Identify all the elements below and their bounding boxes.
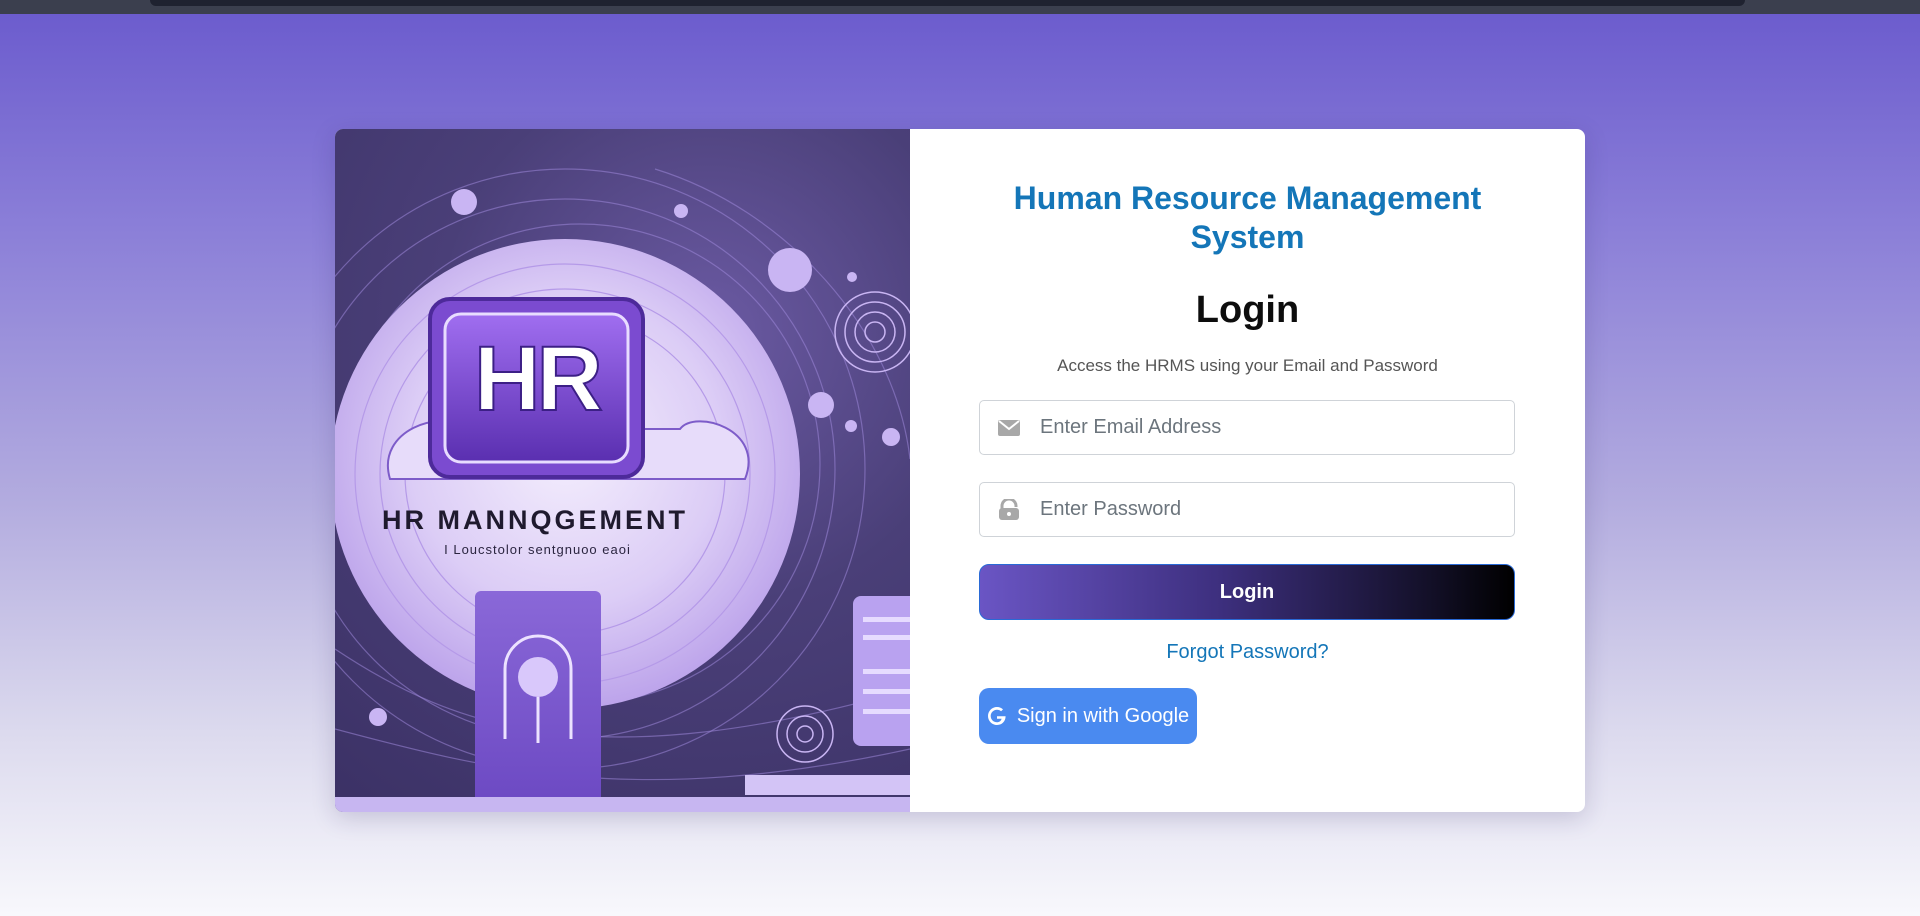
google-signin-button[interactable]: Sign in with Google [979,688,1197,744]
lock-icon [980,498,1038,521]
login-card: HR HR MANNQGEMENT I Loucstolor sentgnuoo… [335,129,1585,812]
login-subtitle: Access the HRMS using your Email and Pas… [1057,356,1438,375]
google-button-label: Sign in with Google [1016,704,1190,727]
browser-top-bar [0,0,1920,14]
browser-top-bar-inner [150,0,1745,6]
forgot-password-link[interactable]: Forgot Password? [910,641,1585,664]
login-heading: Login [1195,289,1300,331]
email-field[interactable] [979,400,1515,455]
password-field[interactable] [979,482,1515,537]
hero-illustration: HR HR MANNQGEMENT I Loucstolor sentgnuoo… [335,129,910,812]
hr-illustration-graphic [335,168,910,812]
login-panel: Human Resource Management System Login A… [910,129,1585,812]
login-button[interactable]: Login [979,564,1515,620]
envelope-icon [980,419,1038,436]
app-title: Human Resource Management System [1013,180,1482,255]
password-input[interactable] [1038,497,1482,522]
hr-tagline-text: I Loucstolor sentgnuoo eaoi [444,542,631,557]
hr-banner-text: HR MANNQGEMENT [382,505,688,535]
hr-logo-text: HR [473,327,604,431]
google-icon [987,706,1007,726]
email-input[interactable] [1038,415,1482,440]
